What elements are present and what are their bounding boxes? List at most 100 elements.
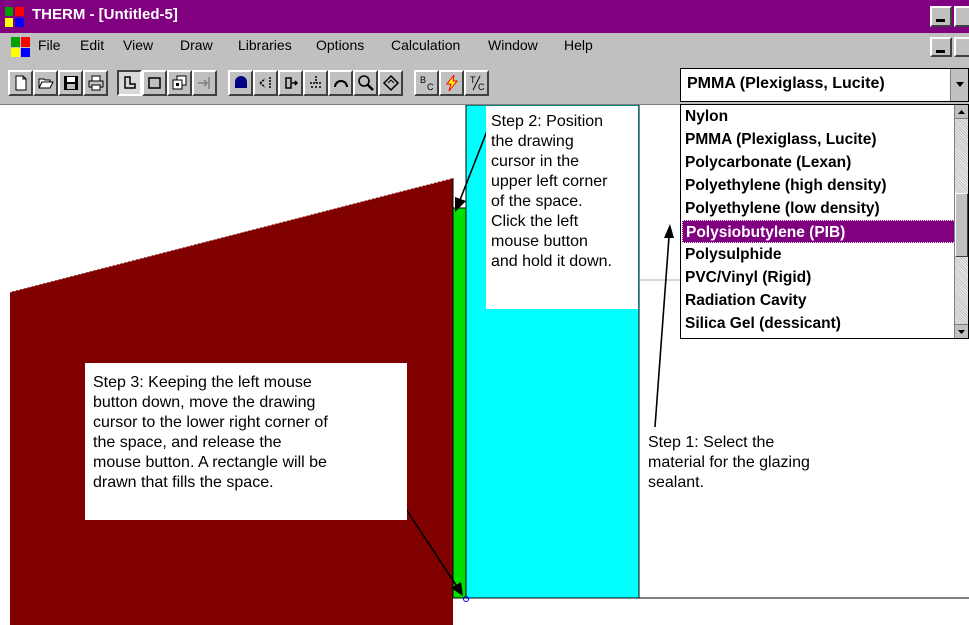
material-option[interactable]: Polycarbonate (Lexan) — [685, 151, 851, 174]
draw-polygon-icon — [124, 76, 136, 89]
bc-sub-letter: C — [427, 82, 434, 92]
step3-line: button down, move the drawing — [93, 394, 316, 411]
step3-line: drawn that fills the space. — [93, 474, 274, 491]
document-icon[interactable] — [10, 36, 32, 58]
step1-line: Step 1: Select the — [648, 434, 775, 451]
offset-icon — [285, 77, 299, 89]
material-option[interactable]: Polysulphide — [685, 243, 781, 266]
material-option[interactable]: PMMA (Plexiglass, Lucite) — [685, 128, 877, 151]
temperature-icon: T C — [470, 75, 485, 92]
sealant-region[interactable] — [452, 207, 467, 599]
snap-button[interactable] — [303, 70, 328, 96]
maximize-button[interactable] — [954, 6, 969, 27]
print-icon — [88, 75, 104, 91]
chevron-down-icon — [958, 330, 965, 334]
menu-window[interactable]: Window — [488, 37, 538, 53]
title-bar: THERM - [Untitled-5] — [0, 0, 969, 33]
fill-cavity-button[interactable] — [167, 70, 192, 96]
step3-line: mouse button. A rectangle will be — [93, 454, 327, 471]
boundary-icon — [235, 76, 247, 88]
menu-bar: File Edit View Draw Libraries Options Ca… — [0, 33, 969, 61]
menu-options[interactable]: Options — [316, 37, 364, 53]
minimize-icon — [936, 19, 945, 22]
boundary-button[interactable] — [228, 70, 253, 96]
step2-line: and hold it down. — [491, 253, 612, 270]
calculate-button[interactable] — [439, 70, 464, 96]
save-button[interactable] — [58, 70, 83, 96]
material-select-value: PMMA (Plexiglass, Lucite) — [687, 75, 885, 92]
offset-button[interactable] — [278, 70, 303, 96]
tc-letter: T — [470, 75, 476, 85]
arc-button[interactable] — [328, 70, 353, 96]
material-option[interactable]: Nylon — [685, 105, 728, 128]
step3-callout: Step 3: Keeping the left mouse button do… — [85, 363, 407, 520]
draw-rectangle-button[interactable] — [142, 70, 167, 96]
scroll-down-button[interactable] — [955, 324, 968, 338]
open-folder-icon — [38, 78, 54, 89]
material-dropdown-button[interactable] — [950, 69, 968, 101]
step2-line: Click the left — [491, 213, 579, 230]
menu-draw[interactable]: Draw — [180, 37, 213, 53]
draw-rectangle-icon — [148, 77, 161, 89]
chevron-up-icon — [958, 110, 965, 114]
dropdown-scrollbar[interactable] — [954, 105, 968, 338]
child-restore-button[interactable] — [954, 37, 969, 57]
therm-app-icon[interactable] — [4, 6, 26, 28]
step2-line: mouse button — [491, 233, 588, 250]
chevron-down-icon — [956, 82, 964, 87]
new-file-icon — [15, 75, 27, 91]
material-select[interactable]: PMMA (Plexiglass, Lucite) — [680, 68, 969, 102]
rotate-button[interactable] — [378, 70, 403, 96]
material-option[interactable]: Polyethylene (high density) — [685, 174, 887, 197]
zoom-icon — [358, 75, 374, 91]
minimize-button[interactable] — [930, 6, 952, 27]
menu-file[interactable]: File — [38, 37, 61, 53]
material-option[interactable]: Radiation Cavity — [685, 289, 806, 312]
material-option[interactable]: Polyethylene (low density) — [685, 197, 880, 220]
temperature-button[interactable]: T C — [464, 70, 489, 96]
step1-callout: Step 1: Select the material for the glaz… — [643, 430, 843, 510]
bc-letter: B — [420, 75, 426, 85]
step2-line: cursor in the — [491, 153, 580, 170]
boundary-conditions-icon: B C — [420, 75, 434, 92]
step1-line: sealant. — [648, 474, 705, 491]
material-option[interactable]: Silica Gel (dessicant) — [685, 312, 841, 335]
arc-icon — [334, 80, 348, 88]
step2-line: the drawing — [491, 133, 574, 150]
draw-polygon-button[interactable] — [117, 70, 142, 96]
scroll-thumb[interactable] — [955, 193, 968, 257]
rotate-icon — [382, 74, 400, 92]
material-option-selected[interactable]: Polysiobutylene (PIB) — [682, 220, 956, 243]
boundary-conditions-button[interactable]: B C — [414, 70, 439, 96]
menu-calculation[interactable]: Calculation — [391, 37, 460, 53]
step2-line: upper left corner — [491, 173, 608, 190]
step3-line: cursor to the lower right corner of — [93, 414, 328, 431]
insert-point-icon — [259, 77, 271, 89]
material-option[interactable]: PVC/Vinyl (Rigid) — [685, 266, 811, 289]
step1-line: material for the glazing — [648, 454, 810, 471]
open-file-button[interactable] — [33, 70, 58, 96]
new-file-button[interactable] — [8, 70, 33, 96]
snap-icon — [310, 76, 322, 89]
save-disk-icon — [64, 76, 78, 90]
step2-line: Step 2: Position — [491, 113, 604, 130]
menu-libraries[interactable]: Libraries — [238, 37, 292, 53]
calculate-icon — [445, 74, 459, 92]
menu-help[interactable]: Help — [564, 37, 593, 53]
scroll-up-button[interactable] — [955, 105, 968, 119]
step2-line: of the space. — [491, 193, 583, 210]
menu-edit[interactable]: Edit — [80, 37, 104, 53]
locator-icon — [198, 77, 210, 89]
menu-view[interactable]: View — [123, 37, 153, 53]
step3-line: the space, and release the — [93, 434, 282, 451]
print-button[interactable] — [83, 70, 108, 96]
locator-button[interactable] — [192, 70, 217, 96]
tc-sub-letter: C — [478, 82, 485, 92]
material-dropdown-list[interactable]: Nylon PMMA (Plexiglass, Lucite) Polycarb… — [680, 104, 969, 339]
minimize-icon — [936, 50, 945, 53]
insert-point-button[interactable] — [253, 70, 278, 96]
step3-line: Step 3: Keeping the left mouse — [93, 374, 312, 391]
child-minimize-button[interactable] — [930, 37, 952, 57]
window-title: THERM - [Untitled-5] — [32, 6, 178, 23]
zoom-button[interactable] — [353, 70, 378, 96]
